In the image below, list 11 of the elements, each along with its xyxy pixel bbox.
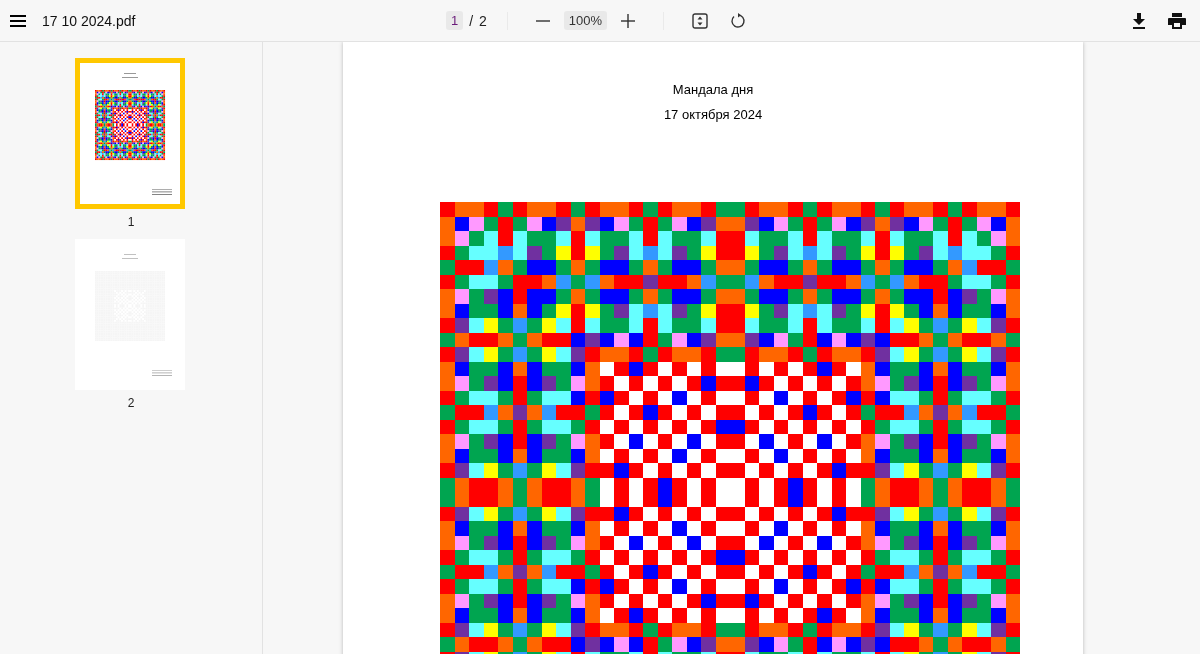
page-thumbnail[interactable]: [75, 58, 185, 209]
document-date: 17 октября 2024: [663, 107, 763, 122]
page-number-label: 2: [127, 396, 135, 410]
page-number-label: 1: [127, 215, 135, 229]
document-title: Мандала дня: [672, 82, 754, 97]
page-number-field[interactable]: 1: [445, 11, 464, 30]
page-separator: /: [469, 12, 474, 29]
zoom-field[interactable]: 100%: [563, 11, 608, 30]
page-count: 2: [479, 12, 487, 29]
page-thumbnail[interactable]: [75, 239, 185, 390]
file-name: 17 10 2024.pdf: [42, 12, 136, 29]
